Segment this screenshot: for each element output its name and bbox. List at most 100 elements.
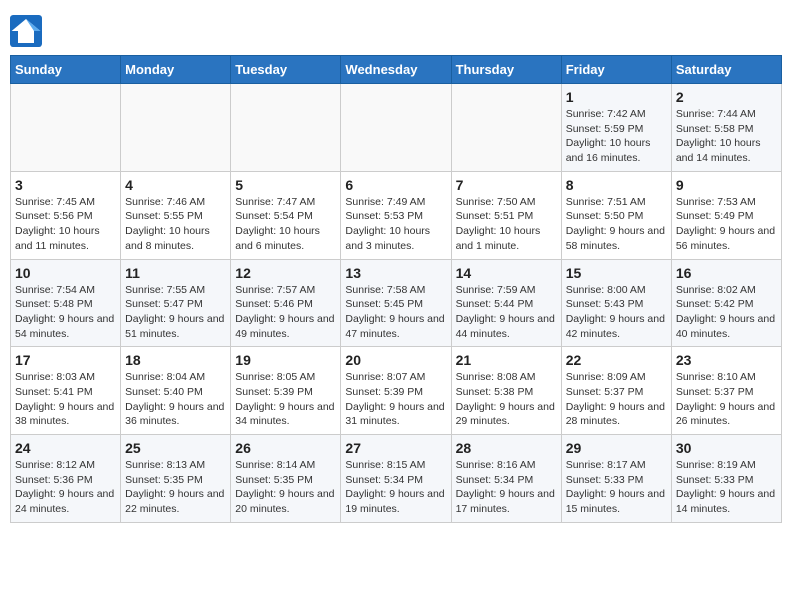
day-info: Sunrise: 8:13 AM Sunset: 5:35 PM Dayligh… bbox=[125, 458, 226, 517]
calendar-cell bbox=[341, 84, 451, 172]
day-number: 5 bbox=[235, 177, 336, 193]
calendar-cell: 10 Sunrise: 7:54 AM Sunset: 5:48 PM Dayli… bbox=[11, 259, 121, 347]
calendar-week-1: 1 Sunrise: 7:42 AM Sunset: 5:59 PM Daylig… bbox=[11, 84, 782, 172]
day-number: 10 bbox=[15, 265, 116, 281]
day-info: Sunrise: 7:42 AM Sunset: 5:59 PM Dayligh… bbox=[566, 107, 667, 166]
day-info: Sunrise: 8:15 AM Sunset: 5:34 PM Dayligh… bbox=[345, 458, 446, 517]
day-number: 1 bbox=[566, 89, 667, 105]
day-number: 11 bbox=[125, 265, 226, 281]
day-number: 21 bbox=[456, 352, 557, 368]
day-info: Sunrise: 7:46 AM Sunset: 5:55 PM Dayligh… bbox=[125, 195, 226, 254]
calendar-cell: 12 Sunrise: 7:57 AM Sunset: 5:46 PM Dayli… bbox=[231, 259, 341, 347]
weekday-header-wednesday: Wednesday bbox=[341, 56, 451, 84]
day-number: 13 bbox=[345, 265, 446, 281]
day-info: Sunrise: 7:45 AM Sunset: 5:56 PM Dayligh… bbox=[15, 195, 116, 254]
logo-icon bbox=[10, 15, 42, 47]
day-number: 22 bbox=[566, 352, 667, 368]
weekday-header-thursday: Thursday bbox=[451, 56, 561, 84]
day-info: Sunrise: 8:08 AM Sunset: 5:38 PM Dayligh… bbox=[456, 370, 557, 429]
calendar-cell: 17 Sunrise: 8:03 AM Sunset: 5:41 PM Dayli… bbox=[11, 347, 121, 435]
day-number: 20 bbox=[345, 352, 446, 368]
day-number: 24 bbox=[15, 440, 116, 456]
calendar-cell bbox=[121, 84, 231, 172]
calendar-cell: 24Sunrise: 8:12 AM Sunset: 5:36 PM Dayli… bbox=[11, 435, 121, 523]
calendar-cell: 18Sunrise: 8:04 AM Sunset: 5:40 PM Dayli… bbox=[121, 347, 231, 435]
day-info: Sunrise: 8:19 AM Sunset: 5:33 PM Dayligh… bbox=[676, 458, 777, 517]
calendar-header: SundayMondayTuesdayWednesdayThursdayFrid… bbox=[11, 56, 782, 84]
day-info: Sunrise: 8:04 AM Sunset: 5:40 PM Dayligh… bbox=[125, 370, 226, 429]
day-info: Sunrise: 8:07 AM Sunset: 5:39 PM Dayligh… bbox=[345, 370, 446, 429]
day-number: 6 bbox=[345, 177, 446, 193]
day-info: Sunrise: 7:55 AM Sunset: 5:47 PM Dayligh… bbox=[125, 283, 226, 342]
day-number: 25 bbox=[125, 440, 226, 456]
calendar-body: 1 Sunrise: 7:42 AM Sunset: 5:59 PM Daylig… bbox=[11, 84, 782, 523]
calendar-cell bbox=[231, 84, 341, 172]
calendar-cell: 27 Sunrise: 8:15 AM Sunset: 5:34 PM Dayli… bbox=[341, 435, 451, 523]
calendar-cell: 22 Sunrise: 8:09 AM Sunset: 5:37 PM Dayli… bbox=[561, 347, 671, 435]
header bbox=[10, 10, 782, 47]
day-info: Sunrise: 7:57 AM Sunset: 5:46 PM Dayligh… bbox=[235, 283, 336, 342]
day-info: Sunrise: 8:16 AM Sunset: 5:34 PM Dayligh… bbox=[456, 458, 557, 517]
day-info: Sunrise: 7:58 AM Sunset: 5:45 PM Dayligh… bbox=[345, 283, 446, 342]
day-info: Sunrise: 8:05 AM Sunset: 5:39 PM Dayligh… bbox=[235, 370, 336, 429]
weekday-header-row: SundayMondayTuesdayWednesdayThursdayFrid… bbox=[11, 56, 782, 84]
calendar-cell: 9 Sunrise: 7:53 AM Sunset: 5:49 PM Daylig… bbox=[671, 171, 781, 259]
calendar-week-3: 10 Sunrise: 7:54 AM Sunset: 5:48 PM Dayli… bbox=[11, 259, 782, 347]
calendar-cell: 7 Sunrise: 7:50 AM Sunset: 5:51 PM Daylig… bbox=[451, 171, 561, 259]
day-number: 27 bbox=[345, 440, 446, 456]
day-number: 9 bbox=[676, 177, 777, 193]
day-info: Sunrise: 8:00 AM Sunset: 5:43 PM Dayligh… bbox=[566, 283, 667, 342]
calendar-cell: 26 Sunrise: 8:14 AM Sunset: 5:35 PM Dayli… bbox=[231, 435, 341, 523]
day-number: 17 bbox=[15, 352, 116, 368]
calendar-cell: 13 Sunrise: 7:58 AM Sunset: 5:45 PM Dayli… bbox=[341, 259, 451, 347]
day-info: Sunrise: 8:09 AM Sunset: 5:37 PM Dayligh… bbox=[566, 370, 667, 429]
day-number: 19 bbox=[235, 352, 336, 368]
calendar-cell: 6 Sunrise: 7:49 AM Sunset: 5:53 PM Daylig… bbox=[341, 171, 451, 259]
day-number: 15 bbox=[566, 265, 667, 281]
day-info: Sunrise: 8:10 AM Sunset: 5:37 PM Dayligh… bbox=[676, 370, 777, 429]
day-info: Sunrise: 7:44 AM Sunset: 5:58 PM Dayligh… bbox=[676, 107, 777, 166]
day-info: Sunrise: 7:47 AM Sunset: 5:54 PM Dayligh… bbox=[235, 195, 336, 254]
day-number: 29 bbox=[566, 440, 667, 456]
calendar-cell: 15 Sunrise: 8:00 AM Sunset: 5:43 PM Dayli… bbox=[561, 259, 671, 347]
calendar-week-5: 24Sunrise: 8:12 AM Sunset: 5:36 PM Dayli… bbox=[11, 435, 782, 523]
calendar-cell: 1 Sunrise: 7:42 AM Sunset: 5:59 PM Daylig… bbox=[561, 84, 671, 172]
weekday-header-saturday: Saturday bbox=[671, 56, 781, 84]
weekday-header-friday: Friday bbox=[561, 56, 671, 84]
day-info: Sunrise: 8:14 AM Sunset: 5:35 PM Dayligh… bbox=[235, 458, 336, 517]
day-info: Sunrise: 8:03 AM Sunset: 5:41 PM Dayligh… bbox=[15, 370, 116, 429]
calendar-cell: 2 Sunrise: 7:44 AM Sunset: 5:58 PM Daylig… bbox=[671, 84, 781, 172]
day-info: Sunrise: 7:53 AM Sunset: 5:49 PM Dayligh… bbox=[676, 195, 777, 254]
day-info: Sunrise: 8:02 AM Sunset: 5:42 PM Dayligh… bbox=[676, 283, 777, 342]
day-info: Sunrise: 7:54 AM Sunset: 5:48 PM Dayligh… bbox=[15, 283, 116, 342]
calendar-cell: 20 Sunrise: 8:07 AM Sunset: 5:39 PM Dayli… bbox=[341, 347, 451, 435]
day-number: 12 bbox=[235, 265, 336, 281]
weekday-header-tuesday: Tuesday bbox=[231, 56, 341, 84]
calendar-week-4: 17 Sunrise: 8:03 AM Sunset: 5:41 PM Dayli… bbox=[11, 347, 782, 435]
day-number: 4 bbox=[125, 177, 226, 193]
day-info: Sunrise: 7:49 AM Sunset: 5:53 PM Dayligh… bbox=[345, 195, 446, 254]
day-info: Sunrise: 7:51 AM Sunset: 5:50 PM Dayligh… bbox=[566, 195, 667, 254]
logo bbox=[10, 15, 46, 47]
weekday-header-monday: Monday bbox=[121, 56, 231, 84]
calendar-week-2: 3Sunrise: 7:45 AM Sunset: 5:56 PM Daylig… bbox=[11, 171, 782, 259]
calendar-cell: 21 Sunrise: 8:08 AM Sunset: 5:38 PM Dayli… bbox=[451, 347, 561, 435]
day-number: 26 bbox=[235, 440, 336, 456]
weekday-header-sunday: Sunday bbox=[11, 56, 121, 84]
calendar-cell: 4 Sunrise: 7:46 AM Sunset: 5:55 PM Daylig… bbox=[121, 171, 231, 259]
calendar-cell bbox=[451, 84, 561, 172]
day-info: Sunrise: 7:50 AM Sunset: 5:51 PM Dayligh… bbox=[456, 195, 557, 254]
calendar-cell: 25 Sunrise: 8:13 AM Sunset: 5:35 PM Dayli… bbox=[121, 435, 231, 523]
calendar-cell: 29 Sunrise: 8:17 AM Sunset: 5:33 PM Dayli… bbox=[561, 435, 671, 523]
day-number: 28 bbox=[456, 440, 557, 456]
day-info: Sunrise: 8:17 AM Sunset: 5:33 PM Dayligh… bbox=[566, 458, 667, 517]
calendar-cell: 23Sunrise: 8:10 AM Sunset: 5:37 PM Dayli… bbox=[671, 347, 781, 435]
day-number: 7 bbox=[456, 177, 557, 193]
calendar-cell: 8Sunrise: 7:51 AM Sunset: 5:50 PM Daylig… bbox=[561, 171, 671, 259]
calendar-cell: 16Sunrise: 8:02 AM Sunset: 5:42 PM Dayli… bbox=[671, 259, 781, 347]
calendar-cell: 19 Sunrise: 8:05 AM Sunset: 5:39 PM Dayli… bbox=[231, 347, 341, 435]
calendar-cell bbox=[11, 84, 121, 172]
day-info: Sunrise: 7:59 AM Sunset: 5:44 PM Dayligh… bbox=[456, 283, 557, 342]
calendar-cell: 11 Sunrise: 7:55 AM Sunset: 5:47 PM Dayli… bbox=[121, 259, 231, 347]
day-number: 2 bbox=[676, 89, 777, 105]
